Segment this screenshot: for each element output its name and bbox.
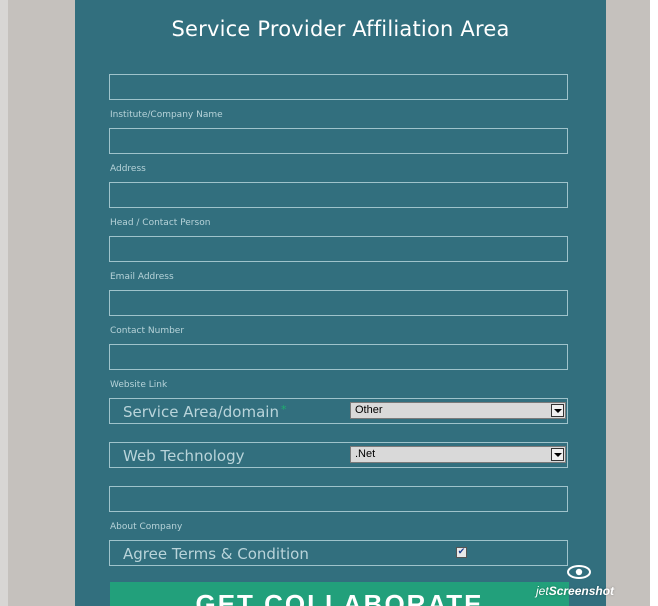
website-link-input[interactable] (109, 344, 568, 370)
required-mark: * (280, 403, 287, 416)
about-company-input[interactable] (109, 486, 568, 512)
service-area-select[interactable]: Other (350, 402, 566, 419)
contact-number-caption: Contact Number (110, 326, 185, 336)
about-company-caption: About Company (110, 522, 183, 532)
form-title: Service Provider Affiliation Area (171, 17, 510, 41)
institute-name-input[interactable] (109, 74, 568, 100)
eye-icon (567, 565, 591, 579)
contact-number-input[interactable] (109, 290, 568, 316)
address-caption: Address (110, 164, 146, 174)
web-technology-select[interactable]: .Net (350, 446, 566, 463)
watermark-prefix: jet (536, 584, 549, 598)
agree-terms-label: Agree Terms & Condition (123, 545, 309, 563)
watermark-text: jetScreenshot (536, 584, 614, 598)
service-area-selected-value: Other (355, 404, 383, 416)
chevron-down-icon[interactable] (551, 404, 564, 417)
get-collaborate-button[interactable]: GET COLLABORATE (110, 582, 569, 606)
web-technology-row: Web Technology .Net (109, 442, 568, 468)
agree-terms-checkbox[interactable]: ✔ (456, 547, 467, 558)
window-frame-right (650, 0, 658, 606)
institute-name-caption: Institute/Company Name (110, 110, 223, 120)
web-technology-label: Web Technology (123, 447, 245, 465)
email-input[interactable] (109, 236, 568, 262)
window-frame-left (0, 0, 8, 606)
contact-person-caption: Head / Contact Person (110, 218, 211, 228)
watermark-main: Screenshot (548, 584, 615, 598)
jetscreenshot-watermark: jetScreenshot (532, 562, 650, 604)
affiliation-form-panel: Service Provider Affiliation Area Instit… (75, 0, 606, 606)
service-area-label: Service Area/domain * (123, 403, 286, 421)
service-area-label-text: Service Area/domain (123, 403, 279, 421)
website-link-caption: Website Link (110, 380, 168, 390)
web-technology-selected-value: .Net (355, 448, 376, 460)
service-area-row: Service Area/domain * Other (109, 398, 568, 424)
address-input[interactable] (109, 128, 568, 154)
email-caption: Email Address (110, 272, 174, 282)
agree-terms-row: Agree Terms & Condition ✔ (109, 540, 568, 566)
chevron-down-icon[interactable] (551, 448, 564, 461)
contact-person-input[interactable] (109, 182, 568, 208)
